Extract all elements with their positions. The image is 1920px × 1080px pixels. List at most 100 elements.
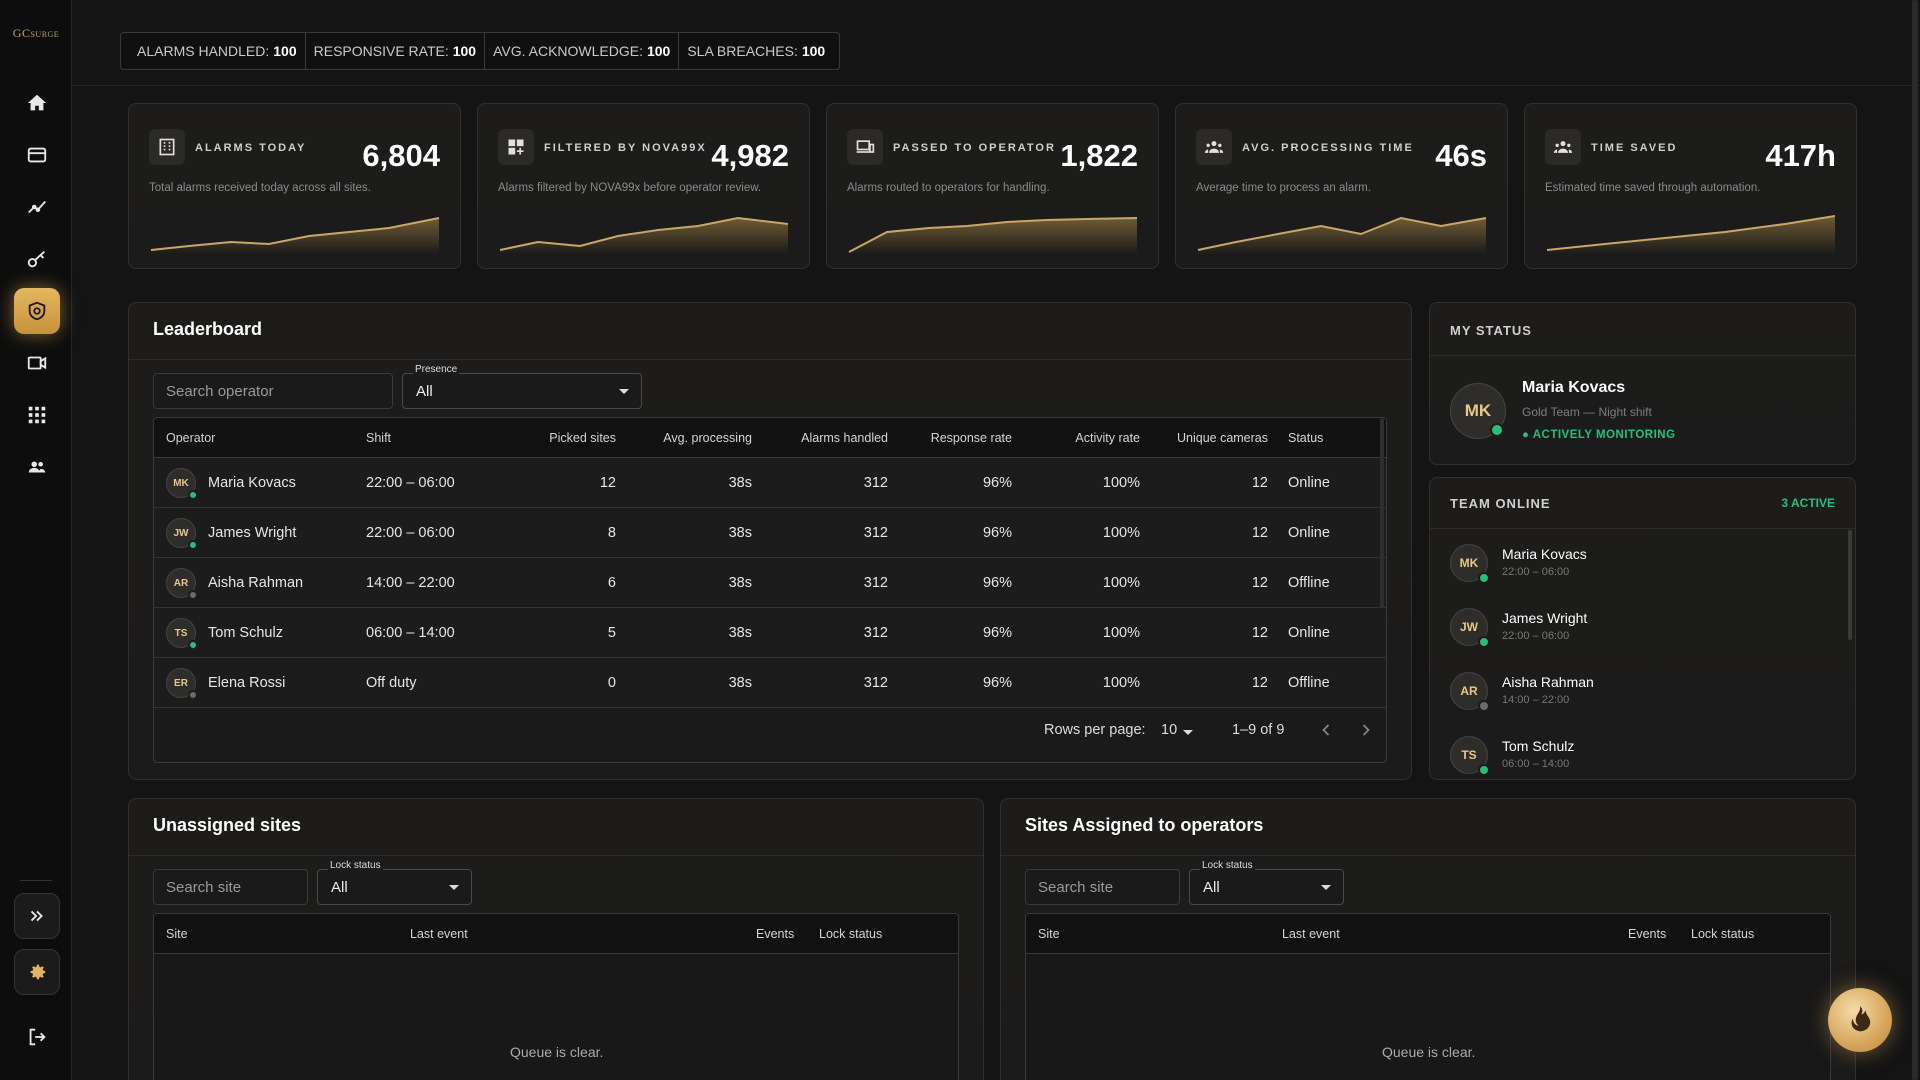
team-member[interactable]: JW James Wright 22:00 – 06:00 — [1450, 600, 1830, 656]
status: Offline — [1288, 575, 1330, 591]
caret-down-icon — [619, 389, 629, 394]
kpi-strip: ALARMS HANDLED: 100 RESPONSIVE RATE: 100 A… — [120, 32, 841, 70]
unique-cameras: 12 — [1251, 525, 1268, 541]
divider — [1430, 528, 1855, 529]
col-alarms-handled[interactable]: Alarms handled — [801, 418, 888, 458]
lock-status-select[interactable]: All — [317, 869, 472, 905]
group-icon — [1196, 129, 1232, 165]
my-status-panel: MY STATUS MK Maria Kovacs Gold Team — Ni… — [1429, 302, 1856, 465]
table-row[interactable]: MK Maria Kovacs 22:00 – 06:00 12 38s 312… — [154, 458, 1386, 508]
prev-page-icon[interactable] — [1316, 720, 1336, 740]
presence-value: All — [416, 382, 433, 400]
sparkline — [1197, 216, 1487, 254]
col-shift[interactable]: Shift — [366, 418, 391, 458]
leaderboard-title: Leaderboard — [153, 319, 263, 339]
col-last-event[interactable]: Last event — [410, 914, 468, 954]
grid-icon[interactable] — [14, 392, 60, 438]
stat-value: 46s — [1435, 138, 1487, 173]
caret-down-icon — [449, 885, 459, 890]
online-status-dot — [1478, 572, 1490, 584]
lock-status-value: All — [331, 878, 348, 896]
top-bar: ALARMS HANDLED: 100 RESPONSIVE RATE: 100 A… — [72, 14, 1920, 86]
caret-down-icon[interactable] — [1183, 730, 1193, 735]
search-site-input[interactable]: Search site — [153, 869, 308, 905]
stat-description: Total alarms received today across all s… — [149, 182, 371, 194]
page-scrollbar[interactable] — [1912, 0, 1918, 1080]
caret-down-icon — [1321, 885, 1331, 890]
col-status[interactable]: Status — [1288, 418, 1323, 458]
expand-chevrons-icon[interactable] — [14, 893, 60, 939]
online-status-dot — [1478, 764, 1490, 776]
table-row[interactable]: AR Aisha Rahman 14:00 – 22:00 6 38s 312 … — [154, 558, 1386, 608]
shift: Off duty — [366, 675, 417, 691]
col-response-rate[interactable]: Response rate — [931, 418, 1012, 458]
operator-name: James Wright — [208, 525, 297, 541]
offline-status-dot — [1478, 700, 1490, 712]
table-row[interactable]: ER Elena Rossi Off duty 0 38s 312 96% 10… — [154, 658, 1386, 708]
stat-description: Average time to process an alarm. — [1196, 182, 1371, 194]
picked-sites: 12 — [599, 475, 616, 491]
team-member[interactable]: MK Maria Kovacs 22:00 – 06:00 — [1450, 536, 1830, 592]
table-header: Operator Shift Picked sites Avg. process… — [154, 418, 1386, 458]
flame-assistant-button[interactable] — [1828, 988, 1892, 1052]
monitoring-shield-icon[interactable] — [14, 288, 60, 334]
online-status-dot — [188, 490, 198, 500]
unique-cameras: 12 — [1251, 475, 1268, 491]
activity-rate: 100% — [1102, 675, 1140, 691]
divider — [1430, 355, 1855, 356]
col-site[interactable]: Site — [1038, 914, 1060, 954]
table-row[interactable]: JW James Wright 22:00 – 06:00 8 38s 312 … — [154, 508, 1386, 558]
next-page-icon[interactable] — [1356, 720, 1376, 740]
activity-rate: 100% — [1102, 475, 1140, 491]
logout-icon[interactable] — [14, 1014, 60, 1060]
picked-sites: 8 — [607, 525, 616, 541]
col-events[interactable]: Events — [1628, 914, 1666, 954]
rows-per-page-select[interactable]: 10 — [1161, 722, 1177, 738]
member-name: Tom Schulz — [1502, 738, 1575, 754]
activity-rate: 100% — [1102, 575, 1140, 591]
table-header: Site Last event Events Lock status — [1026, 914, 1830, 954]
shift: 14:00 – 22:00 — [366, 575, 455, 591]
col-operator[interactable]: Operator — [166, 418, 215, 458]
presence-select[interactable]: All — [402, 373, 642, 409]
stat-card-filtered: FILTERED BY NOVA99X 4,982 Alarms filtere… — [477, 103, 810, 269]
kpi-sla-breaches: SLA BREACHES: 100 — [687, 43, 826, 59]
col-lock-status[interactable]: Lock status — [819, 914, 882, 954]
team-icon[interactable] — [14, 444, 60, 490]
team-member[interactable]: AR Aisha Rahman 14:00 – 22:00 — [1450, 664, 1830, 720]
col-avg-processing[interactable]: Avg. processing — [663, 418, 752, 458]
my-status-title: MY STATUS — [1450, 323, 1532, 338]
lock-status-select[interactable]: All — [1189, 869, 1344, 905]
col-unique-cameras[interactable]: Unique cameras — [1177, 418, 1268, 458]
search-operator-input[interactable]: Search operator — [153, 373, 393, 409]
key-icon[interactable] — [14, 236, 60, 282]
alarms-handled: 312 — [863, 575, 888, 591]
settings-gear-icon[interactable] — [14, 949, 60, 995]
member-name: Maria Kovacs — [1502, 546, 1587, 562]
col-site[interactable]: Site — [166, 914, 188, 954]
search-site-input[interactable]: Search site — [1025, 869, 1180, 905]
camera-icon[interactable] — [14, 340, 60, 386]
table-scrollbar[interactable] — [1380, 418, 1384, 608]
analytics-icon[interactable] — [14, 184, 60, 230]
col-activity-rate[interactable]: Activity rate — [1075, 418, 1140, 458]
home-icon[interactable] — [14, 80, 60, 126]
response-rate: 96% — [982, 525, 1012, 541]
card-icon[interactable] — [14, 132, 60, 178]
table-row[interactable]: TS Tom Schulz 06:00 – 14:00 5 38s 312 96… — [154, 608, 1386, 658]
activity-rate: 100% — [1102, 625, 1140, 641]
sparkline — [150, 217, 440, 254]
team-scrollbar[interactable] — [1848, 530, 1852, 640]
app-logo[interactable]: GCSURGE — [6, 26, 66, 41]
avg-processing: 38s — [728, 625, 752, 641]
team-online-panel: TEAM ONLINE 3 ACTIVE MK Maria Kovacs 22:… — [1429, 477, 1856, 780]
col-events[interactable]: Events — [756, 914, 794, 954]
team-member[interactable]: TS Tom Schulz 06:00 – 14:00 — [1450, 728, 1830, 779]
col-lock-status[interactable]: Lock status — [1691, 914, 1754, 954]
operator-name: Aisha Rahman — [208, 575, 304, 591]
stat-card-passed: PASSED TO OPERATOR 1,822 Alarms routed t… — [826, 103, 1159, 269]
col-picked-sites[interactable]: Picked sites — [549, 418, 616, 458]
col-last-event[interactable]: Last event — [1282, 914, 1340, 954]
sidebar-divider — [20, 880, 52, 881]
avg-processing: 38s — [728, 675, 752, 691]
